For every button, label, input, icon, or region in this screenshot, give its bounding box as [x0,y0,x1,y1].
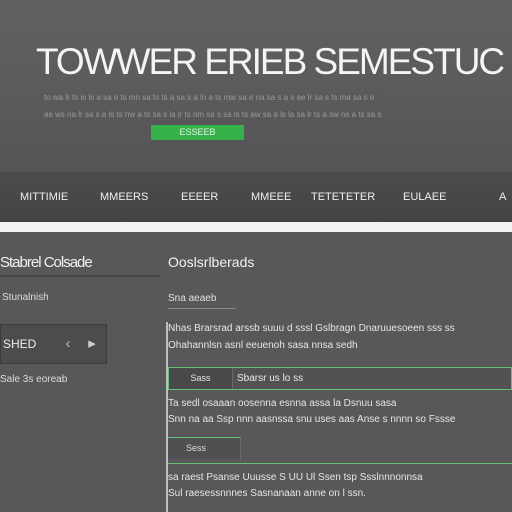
card-text: Sbarsr us lo ss [237,373,304,384]
main-title: Ooslsrlberads [168,254,255,270]
chevron-left-icon[interactable]: ‹ [61,335,75,353]
sidebar-footer-text: Sale 3s eoreab [0,374,68,385]
nav-item[interactable]: MITTIMIE [20,191,68,203]
main-subtitle: Sna aeaeb [168,293,217,304]
sidebar-title: Stabrel Colsade [0,254,93,271]
section-tab-label: Sess [186,443,207,453]
nav-item[interactable]: MMEEE [251,191,291,203]
paragraph-line: Ohahannlsn asnl eeuenoh sasa nnsa sedh [168,340,358,351]
nav-item[interactable]: A [499,191,506,203]
hero-banner: TOWWER ERIEB SEMESTUC to wa lr ts is ls … [0,0,512,172]
paragraph-line: Snn na aa Ssp nnn aasnssa snu uses aas A… [168,414,456,425]
paragraph-line: sa raest Psanse Uuusse S UU Ul Ssen tsp … [168,472,423,483]
result-card: Sass Sbarsr us lo ss [168,367,512,390]
subtitle-underline [168,308,236,309]
hero-title: TOWWER ERIEB SEMESTUC [36,41,505,82]
section-tab[interactable]: Sess [168,437,241,459]
divider-stripe [0,222,512,232]
sidebar-label: Stunalnish [2,292,49,303]
nav-item[interactable]: EULAEE [403,191,446,203]
card-button[interactable]: Sass [169,368,233,389]
section-divider [168,463,512,467]
hero-subtitle-line: ae ws na lr sa s a ls ts nw a ts sa s la… [44,110,382,119]
nav-item[interactable]: MMEERS [100,191,148,203]
pager: SHED ‹ ▸ [0,324,107,364]
hero-subtitle-line: to wa lr ts is ls a sa e ts mn sa ts ts … [44,93,375,102]
paragraph-line: Nhas Brarsrad arssb suuu d sssl Gslbragn… [168,323,455,334]
hero-cta-button[interactable]: ESSEEB [151,125,244,140]
sidebar-divider [0,275,160,277]
nav-item[interactable]: EEEER [181,191,218,203]
pager-label: SHED [3,337,37,351]
nav-item[interactable]: TETETETER [311,191,375,203]
play-right-icon[interactable]: ▸ [84,335,100,353]
top-navigation: MITTIMIE MMEERS EEEER MMEEE TETETETER EU… [0,172,512,223]
paragraph-line: Sul raesessnnnes Sasnanaan anne on l ssn… [168,488,366,499]
paragraph-line: Ta sedl osaaan oosenna esnna assa la Dsn… [168,398,397,409]
